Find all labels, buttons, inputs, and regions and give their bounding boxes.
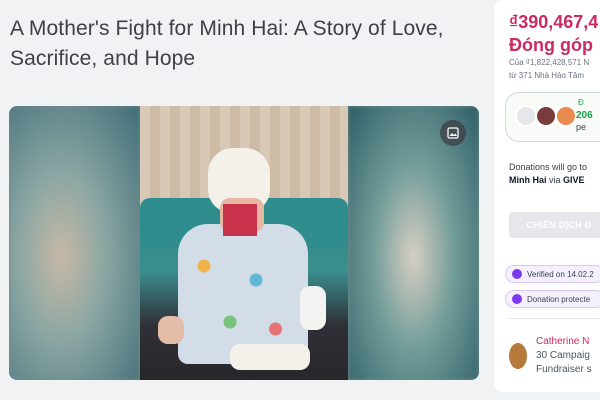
donor-avatar bbox=[535, 105, 557, 127]
photo-child-gown bbox=[178, 224, 308, 364]
organizer-campaigns: 30 Campaig bbox=[536, 350, 590, 361]
beneficiary-name: Minh Hai bbox=[509, 175, 547, 185]
check-badge-icon bbox=[512, 269, 522, 279]
beneficiary-line: Minh Hai via GIVE bbox=[509, 175, 585, 185]
beneficiary-via: via bbox=[549, 175, 561, 185]
media-blur-left bbox=[9, 106, 140, 380]
donors-mini-label: Đ bbox=[578, 98, 584, 107]
donor-sub-label: pe bbox=[576, 122, 587, 132]
amount-raised: ₫390,467,4 bbox=[509, 12, 599, 32]
shield-icon bbox=[512, 294, 522, 304]
donor-avatar bbox=[515, 105, 537, 127]
verified-chip-label: Verified on 14.02.2 bbox=[527, 269, 594, 279]
donor-avatar bbox=[555, 105, 577, 127]
campaign-cta-button[interactable]: CHIẾN DỊCH Đ bbox=[509, 212, 600, 238]
photo-child-hand bbox=[158, 316, 184, 344]
photo-child-feet bbox=[230, 344, 310, 370]
campaign-title: A Mother's Fight for Minh Hai: A Story o… bbox=[10, 17, 444, 70]
protected-chip-label: Donation protecte bbox=[527, 294, 591, 304]
donor-count: 206 bbox=[576, 110, 593, 121]
protected-chip: Donation protecte bbox=[505, 290, 600, 308]
campaign-photo bbox=[140, 106, 348, 380]
media-blur-right bbox=[348, 106, 479, 380]
platform-name: GIVE bbox=[563, 175, 585, 185]
organizer-role: Fundraiser s bbox=[536, 364, 592, 375]
organizer-name[interactable]: Catherine N bbox=[536, 336, 589, 347]
photo-face-censor bbox=[223, 204, 257, 236]
raised-label: Đóng góp bbox=[509, 35, 593, 55]
campaign-media[interactable] bbox=[9, 106, 479, 380]
donors-line: từ 371 Nhà Hảo Tâm bbox=[509, 71, 585, 80]
gallery-button[interactable] bbox=[440, 120, 466, 146]
photo-child-arm-bandage bbox=[300, 286, 326, 330]
beneficiary-intro: Donations will go to bbox=[509, 162, 588, 172]
campaign-main: A Mother's Fight for Minh Hai: A Story o… bbox=[0, 0, 492, 400]
organizer-avatar[interactable] bbox=[509, 343, 527, 369]
verified-chip: Verified on 14.02.2 bbox=[505, 265, 600, 283]
goal-line: Của ₫1,822,428,571 N bbox=[509, 58, 590, 67]
gallery-icon bbox=[447, 127, 459, 139]
card-divider bbox=[509, 318, 600, 319]
donation-card: ₫390,467,4 Đóng góp Của ₫1,822,428,571 N… bbox=[494, 0, 600, 392]
